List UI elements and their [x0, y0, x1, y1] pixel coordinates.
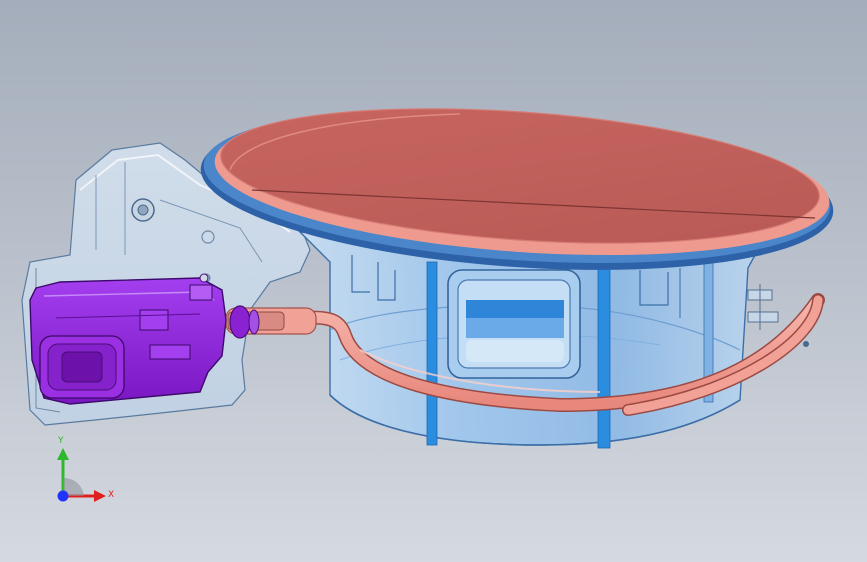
x-axis-label: X: [108, 490, 115, 500]
latch-actuator[interactable]: [29, 273, 227, 405]
z-axis-dot: [57, 490, 69, 502]
graphics-viewport[interactable]: Y X: [0, 0, 867, 562]
actuator-plunger[interactable]: [225, 305, 317, 339]
model-scene[interactable]: [0, 0, 867, 562]
housing-window: [447, 269, 581, 379]
y-axis-label: Y: [58, 436, 64, 446]
coordinate-triad: Y X: [44, 436, 124, 508]
